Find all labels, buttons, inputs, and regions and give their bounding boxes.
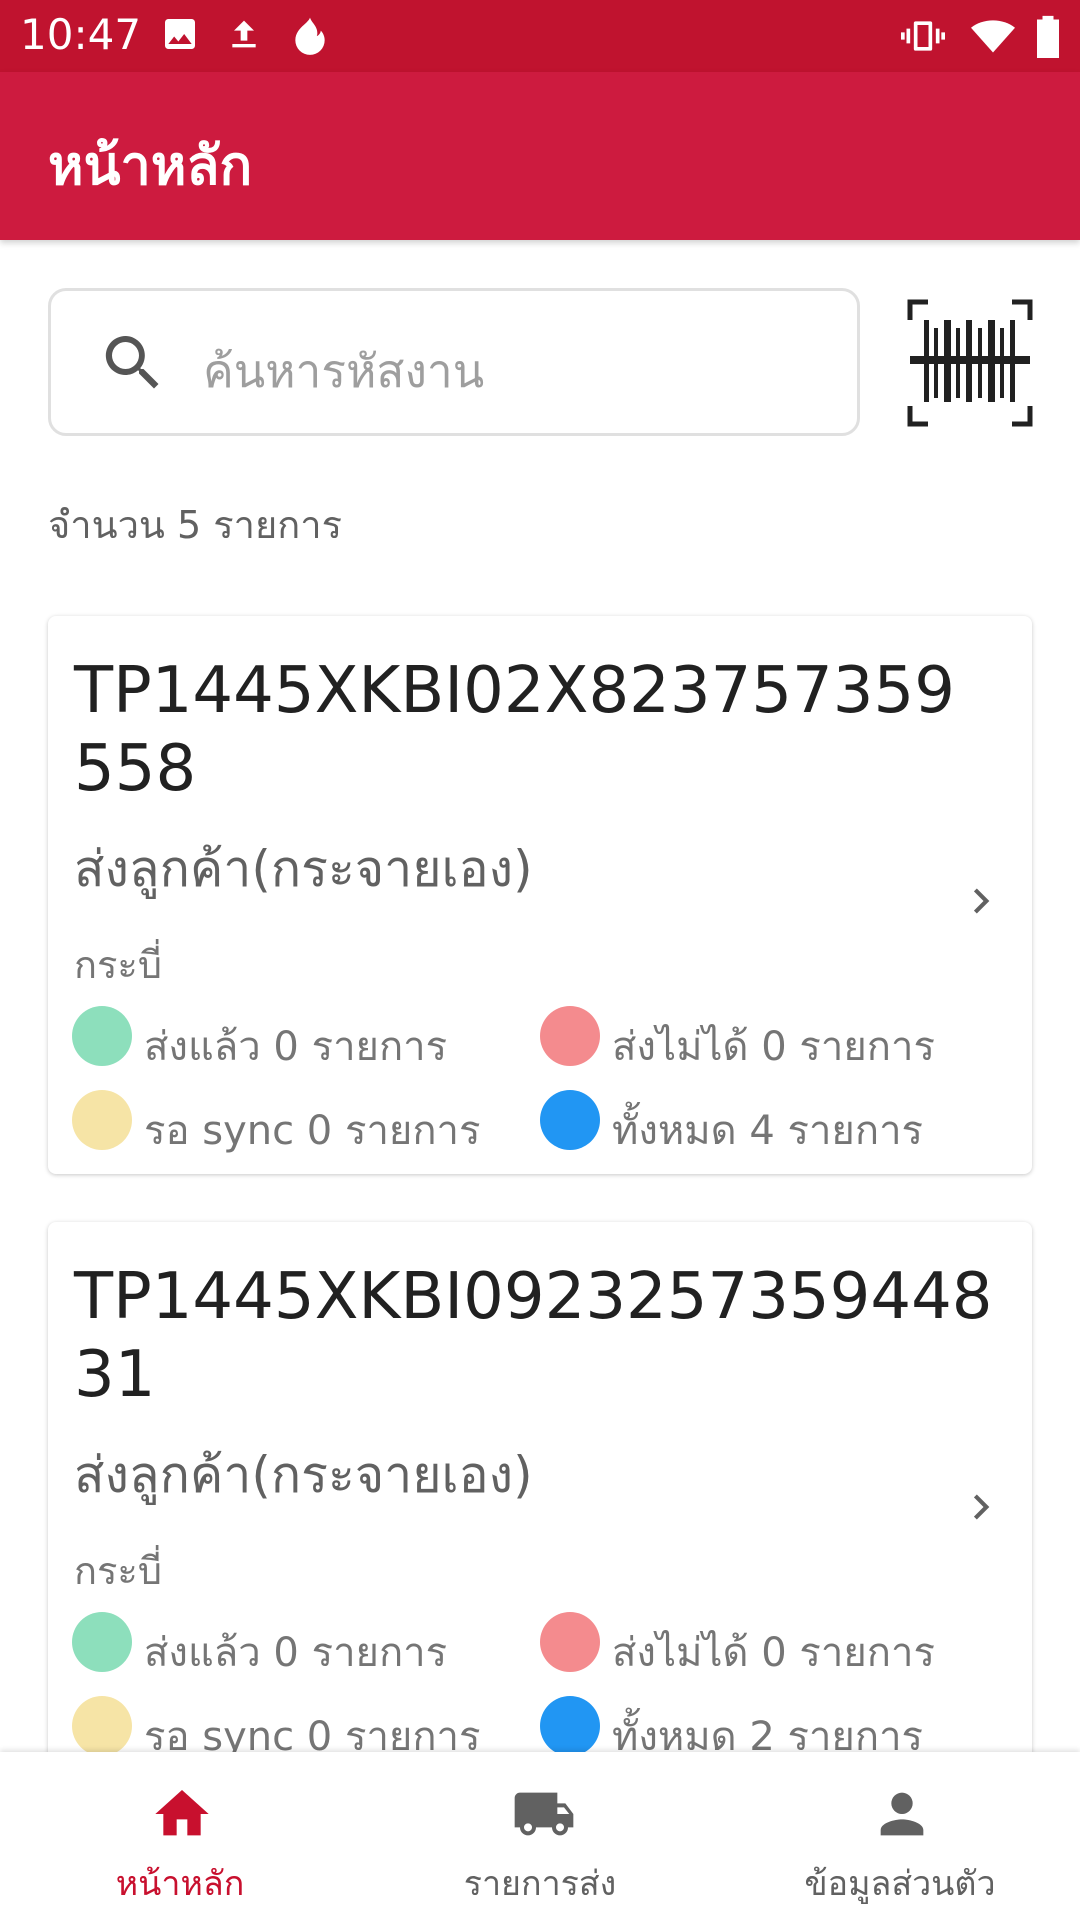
battery-icon [1034,14,1062,62]
search-placeholder: ค้นหารหัสงาน [203,344,485,398]
truck-icon [510,1782,578,1850]
failed-dot-icon [540,1612,600,1672]
page-title: หน้าหลัก [48,134,253,197]
upload-notification-icon [224,14,264,58]
stat-failed-label: ส่งไม่ได้ 0 รายการ [612,1630,935,1676]
job-code: TP1445XKBI02X823757359558 [74,654,955,806]
search-icon [97,327,169,403]
nav-label-home: หน้าหลัก [115,1864,245,1904]
stat-total-label: ทั้งหมด 4 รายการ [612,1108,924,1154]
chevron-right-icon [956,1482,1006,1536]
nav-item-home[interactable]: หน้าหลัก [0,1752,360,1920]
wifi-icon [968,14,1018,62]
job-type: ส่งลูกค้า(กระจายเอง) [74,1446,533,1504]
stat-failed-label: ส่งไม่ได้ 0 รายการ [612,1024,935,1070]
app-bar: หน้าหลัก [0,72,1080,240]
delivered-dot-icon [72,1612,132,1672]
job-area: กระบี่ [74,1549,162,1593]
bottom-navigation: หน้าหลัก รายการส่ง ข้อมูลส่วนตัว [0,1752,1080,1920]
flame-notification-icon [288,14,332,62]
vibrate-icon [898,14,948,62]
delivered-dot-icon [72,1006,132,1066]
barcode-scan-icon [907,299,1033,427]
pending-sync-dot-icon [72,1696,132,1756]
nav-item-profile[interactable]: ข้อมูลส่วนตัว [720,1752,1080,1920]
status-bar: 10:47 [0,0,1080,72]
total-dot-icon [540,1696,600,1756]
job-area: กระบี่ [74,943,162,987]
chevron-right-icon [956,876,1006,930]
failed-dot-icon [540,1006,600,1066]
total-dot-icon [540,1090,600,1150]
stat-delivered-label: ส่งแล้ว 0 รายการ [144,1630,448,1676]
job-type: ส่งลูกค้า(กระจายเอง) [74,840,533,898]
nav-label-deliveries: รายการส่ง [463,1864,617,1904]
search-input[interactable]: ค้นหารหัสงาน [48,288,860,436]
barcode-scan-button[interactable] [906,298,1034,428]
nav-item-deliveries[interactable]: รายการส่ง [360,1752,720,1920]
pending-sync-dot-icon [72,1090,132,1150]
job-card[interactable]: TP1445XKBI092325735944831 ส่งลูกค้า(กระจ… [48,1222,1032,1780]
stat-delivered-label: ส่งแล้ว 0 รายการ [144,1024,448,1070]
job-code: TP1445XKBI092325735944831 [74,1260,993,1412]
item-count-label: จำนวน 5 รายการ [48,503,342,547]
nav-label-profile: ข้อมูลส่วนตัว [804,1864,996,1904]
status-time: 10:47 [20,10,142,59]
image-notification-icon [160,14,200,58]
job-card[interactable]: TP1445XKBI02X823757359558 ส่งลูกค้า(กระจ… [48,616,1032,1174]
person-icon [870,1782,934,1850]
home-icon [150,1782,214,1850]
stat-pending-sync-label: รอ sync 0 รายการ [144,1108,481,1154]
